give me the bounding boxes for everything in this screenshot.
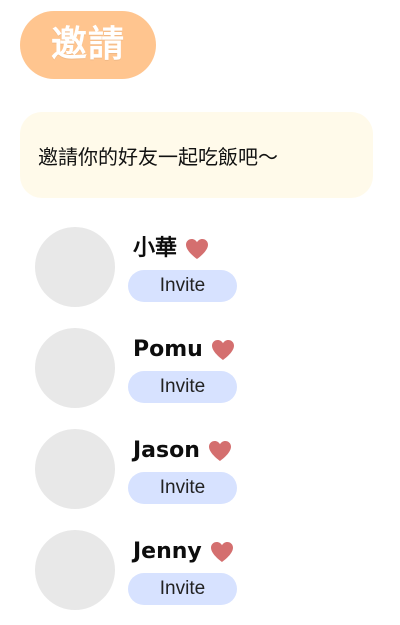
friend-row: Pomu Invite — [35, 328, 335, 410]
friend-name: Jenny — [133, 539, 202, 564]
friend-row: Jason Invite — [35, 429, 335, 511]
heart-icon — [207, 439, 233, 463]
heart-icon — [209, 540, 235, 564]
friend-name-line: Jason — [133, 437, 233, 465]
avatar — [35, 328, 115, 408]
friend-list: 小華 Invite Pomu Invite Jason Invite Jenny… — [0, 0, 400, 625]
friend-name: 小華 — [133, 236, 178, 261]
friend-row: 小華 Invite — [35, 227, 335, 309]
friend-row: Jenny Invite — [35, 530, 335, 612]
friend-name: Pomu — [133, 337, 203, 362]
avatar — [35, 429, 115, 509]
heart-icon — [184, 237, 210, 261]
invite-button[interactable]: Invite — [128, 371, 237, 403]
invite-button[interactable]: Invite — [128, 270, 237, 302]
friend-name-line: 小華 — [133, 235, 210, 263]
invite-button[interactable]: Invite — [128, 472, 237, 504]
invite-button[interactable]: Invite — [128, 573, 237, 605]
heart-icon — [210, 338, 236, 362]
avatar — [35, 227, 115, 307]
friend-name-line: Pomu — [133, 336, 236, 364]
friend-name-line: Jenny — [133, 538, 235, 566]
avatar — [35, 530, 115, 610]
friend-name: Jason — [133, 438, 200, 463]
